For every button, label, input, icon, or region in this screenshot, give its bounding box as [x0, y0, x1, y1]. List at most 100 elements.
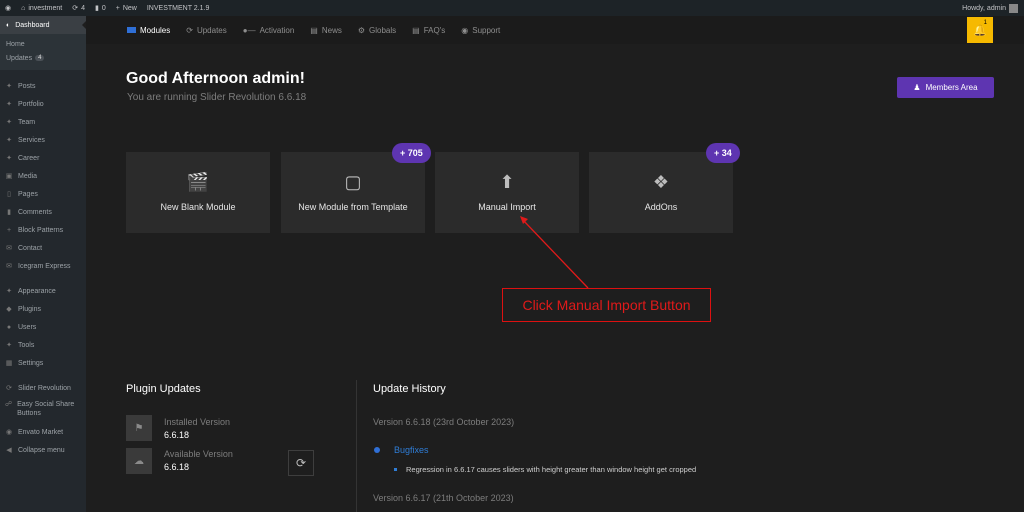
update-history-title: Update History — [373, 383, 446, 395]
sidebar-sub-updates[interactable]: Updates 4 — [0, 51, 86, 65]
addons-card[interactable]: ❖ AddOns — [589, 152, 733, 233]
sidebar-item-tools[interactable]: ✦ Tools — [0, 336, 86, 354]
sidebar-item-collapse-menu[interactable]: ◀ Collapse menu — [0, 441, 86, 459]
tab-updates[interactable]: ⟳ Updates — [186, 26, 227, 35]
tab-support[interactable]: ◉ Support — [461, 26, 500, 35]
tab-modules[interactable]: Modules — [127, 26, 170, 35]
sidebar-item-appearance[interactable]: ✦ Appearance — [0, 282, 86, 300]
news-icon: ▤ — [310, 25, 318, 35]
sidebar-item-pages[interactable]: ▯ Pages — [0, 185, 86, 203]
video-add-icon: 🎬 — [186, 172, 210, 192]
pin-icon: ✦ — [6, 137, 12, 144]
sidebar-item-posts[interactable]: ✦ Posts — [0, 77, 86, 95]
mail-icon: ✉ — [6, 245, 12, 252]
plug-icon: ◆ — [6, 306, 12, 313]
section-divider — [356, 380, 357, 512]
refresh-icon: ⟳ — [72, 5, 79, 12]
wp-logo-icon[interactable]: ◉ — [0, 0, 16, 16]
template-icon: ▢ — [344, 172, 362, 192]
history-version-2: Version 6.6.17 (21th October 2023) — [373, 493, 514, 503]
support-icon: ◉ — [461, 25, 469, 35]
page-title: Good Afternoon admin! — [126, 70, 305, 87]
pin-icon: ✦ — [6, 83, 12, 90]
updates-link[interactable]: ⟳ 4 — [67, 0, 90, 16]
sidebar-item-media[interactable]: ▣ Media — [0, 167, 86, 185]
tab-news[interactable]: ▤ News — [310, 26, 342, 35]
flag-icon: ⚑ — [126, 415, 152, 441]
collapse-icon: ◀ — [6, 447, 12, 454]
plugin-updates-title: Plugin Updates — [126, 383, 201, 395]
settings-icon: ▦ — [5, 360, 13, 367]
sidebar-item-career[interactable]: ✦ Career — [0, 149, 86, 167]
bugfix-item: Regression in 6.6.17 causes sliders with… — [406, 465, 697, 474]
puzzle-icon: ❖ — [652, 172, 670, 192]
user-icon: ● — [6, 323, 12, 331]
user-icon: ♟ — [913, 83, 921, 92]
new-module-from-template-card[interactable]: ▢ New Module from Template — [281, 152, 425, 233]
notifications-button[interactable]: 🔔 1 — [967, 17, 993, 43]
plus-icon: + — [115, 4, 120, 12]
dashboard-icon: ◐ — [6, 21, 11, 29]
avatar — [1009, 3, 1018, 13]
sidebar-item-portfolio[interactable]: ✦ Portfolio — [0, 95, 86, 113]
sidebar-item-comments[interactable]: ▮ Comments — [0, 203, 86, 221]
account-menu[interactable]: Howdy, admin — [962, 3, 1024, 13]
manual-import-card[interactable]: ⬆ Manual Import — [435, 152, 579, 233]
installed-version-value: 6.6.18 — [164, 430, 190, 440]
media-icon: ▣ — [5, 173, 13, 180]
sidebar-item-services[interactable]: ✦ Services — [0, 131, 86, 149]
upload-icon: ⬆ — [499, 172, 515, 192]
tab-activation[interactable]: ●— Activation — [243, 26, 295, 35]
key-icon: ●— — [242, 25, 256, 35]
admin-sidebar: ◐ Dashboard Home Updates 4 ✦ Posts ✦ Portfol… — [0, 16, 86, 512]
wrench-icon: ✦ — [6, 342, 12, 349]
site-name-link[interactable]: ⌂ investment — [16, 0, 67, 16]
sidebar-item-slider-revolution[interactable]: ⟳ Slider Revolution — [0, 379, 86, 397]
tab-faqs[interactable]: ▤ FAQ's — [412, 26, 445, 35]
history-version-1: Version 6.6.18 (23rd October 2023) — [373, 417, 515, 427]
sidebar-item-icegram-express[interactable]: ✉ Icegram Express — [0, 257, 86, 275]
pin-icon: ✦ — [6, 155, 12, 162]
sidebar-item-easy-social-share[interactable]: ☍ Easy Social Share Buttons — [0, 397, 86, 423]
addons-count-badge: + 34 — [706, 143, 740, 163]
annotation-label: Click Manual Import Button — [502, 288, 711, 322]
refresh-icon: ⟳ — [295, 456, 307, 470]
tab-globals[interactable]: ⚙ Globals — [358, 26, 396, 35]
new-content-link[interactable]: + New — [111, 0, 142, 16]
dashboard-submenu: Home Updates 4 — [0, 34, 86, 70]
available-version-label: Available Version — [164, 449, 233, 459]
cloud-download-icon: ☁ — [126, 448, 152, 474]
plus-icon: + — [6, 226, 12, 234]
sidebar-item-contact[interactable]: ✉ Contact — [0, 239, 86, 257]
sidebar-item-envato-market[interactable]: ◉ Envato Market — [0, 423, 86, 441]
bullet-icon — [394, 468, 397, 471]
sidebar-sub-home[interactable]: Home — [0, 37, 86, 51]
sidebar-item-block-patterns[interactable]: + Block Patterns — [0, 221, 86, 239]
updates-count-badge: 4 — [35, 55, 45, 61]
check-updates-button[interactable]: ⟳ — [288, 450, 314, 476]
new-blank-module-card[interactable]: 🎬 New Blank Module — [126, 152, 270, 233]
notification-count: 1 — [983, 20, 987, 26]
members-area-button[interactable]: ♟ Members Area — [897, 77, 994, 98]
refresh-icon: ⟳ — [6, 385, 12, 392]
sidebar-item-users[interactable]: ● Users — [0, 318, 86, 336]
pin-icon: ✦ — [6, 119, 12, 126]
bugfix-dot-icon — [374, 447, 380, 453]
template-count-badge: + 705 — [392, 143, 431, 163]
faq-icon: ▤ — [412, 25, 420, 35]
refresh-icon: ⟳ — [186, 25, 193, 35]
sidebar-item-settings[interactable]: ▦ Settings — [0, 354, 86, 372]
version-subtitle: You are running Slider Revolution 6.6.18 — [127, 92, 307, 103]
sidebar-item-dashboard[interactable]: ◐ Dashboard — [0, 16, 86, 34]
installed-version-label: Installed Version — [164, 417, 231, 427]
home-icon: ⌂ — [21, 4, 26, 12]
sidebar-item-team[interactable]: ✦ Team — [0, 113, 86, 131]
theme-version-link[interactable]: INVESTMENT 2.1.9 — [142, 0, 215, 16]
page-icon: ▯ — [7, 191, 11, 198]
envato-icon: ◉ — [5, 429, 13, 436]
comments-link[interactable]: ▮ 0 — [90, 0, 111, 16]
brush-icon: ✦ — [6, 288, 12, 295]
sidebar-item-plugins[interactable]: ◆ Plugins — [0, 300, 86, 318]
share-icon: ☍ — [5, 401, 13, 408]
admin-bar: ◉ ⌂ investment ⟳ 4 ▮ 0 + New INVESTMENT 2.1.… — [0, 0, 1024, 16]
